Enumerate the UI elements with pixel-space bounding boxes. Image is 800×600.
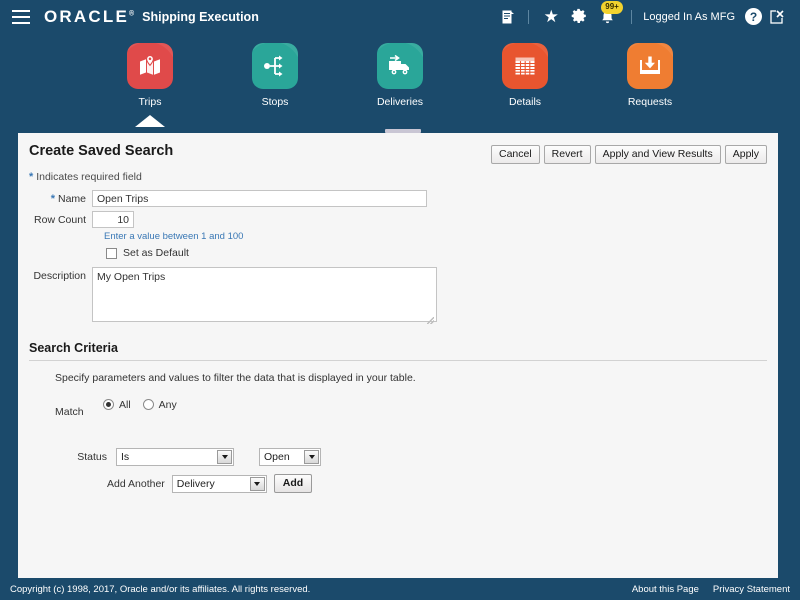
truck-icon (377, 43, 423, 89)
match-all-label: All (119, 399, 131, 411)
match-row: Match All Any (18, 399, 778, 418)
chevron-down-icon (249, 476, 265, 491)
page-footer: Copyright (c) 1998, 2017, Oracle and/or … (0, 578, 800, 600)
set-as-default-row: Set as Default (18, 247, 778, 259)
tile-label: Details (508, 96, 542, 108)
page-title: Create Saved Search (29, 143, 174, 159)
map-pin-icon (127, 43, 173, 89)
notification-count-badge: 99+ (601, 0, 623, 14)
add-criteria-button[interactable]: Add (273, 474, 313, 493)
required-field-note: * Indicates required field (18, 171, 778, 183)
add-another-value: Delivery (176, 477, 215, 490)
required-asterisk: * (29, 171, 34, 183)
set-as-default-checkbox[interactable] (106, 247, 117, 259)
tile-requests[interactable]: Requests (600, 43, 700, 108)
chevron-down-icon (217, 450, 232, 464)
tile-label: Trips (138, 96, 162, 108)
match-any-radio[interactable] (142, 399, 154, 410)
tile-label: Requests (627, 96, 673, 108)
privacy-statement-link[interactable]: Privacy Statement (713, 584, 790, 595)
worklist-icon[interactable] (497, 6, 519, 28)
close-window-icon[interactable] (762, 6, 792, 28)
section-divider (29, 360, 767, 361)
panel-header: Create Saved Search Cancel Revert Apply … (18, 133, 778, 169)
help-icon[interactable]: ? (745, 8, 762, 25)
description-textarea[interactable]: My Open Trips (92, 267, 437, 322)
notifications-bell-icon[interactable]: 99+ (592, 0, 623, 28)
row-count-hint: Enter a value between 1 and 100 (104, 231, 244, 242)
add-another-label: Add Another (107, 477, 165, 490)
settings-gear-icon[interactable] (564, 6, 592, 28)
active-tile-pointer (135, 115, 165, 127)
route-branch-icon (252, 43, 298, 89)
panel-action-buttons: Cancel Revert Apply and View Results App… (490, 145, 767, 164)
match-any-label: Any (158, 399, 177, 411)
saved-search-form: * Name Row Count Enter a value between 1… (18, 190, 778, 327)
table-grid-icon (502, 43, 548, 89)
tile-label: Deliveries (376, 96, 424, 108)
app-title: Shipping Execution (142, 9, 259, 24)
oracle-wordmark: ORACLE (44, 7, 129, 26)
status-value-select[interactable]: Open (259, 448, 321, 466)
row-count-field-row: Row Count (18, 211, 778, 228)
resize-grip-icon[interactable] (427, 317, 434, 324)
apply-and-view-results-button[interactable]: Apply and View Results (594, 145, 721, 164)
oracle-logo: ORACLE® (44, 8, 134, 25)
row-count-label: Row Count (34, 214, 86, 226)
hamburger-menu-icon[interactable] (12, 9, 30, 24)
tile-stops[interactable]: Stops (225, 43, 325, 108)
global-header: ORACLE® Shipping Execution ★ 99+ Logged … (0, 0, 800, 33)
apply-button[interactable]: Apply (724, 145, 767, 164)
header-actions: ★ 99+ Logged In As MFG ? (497, 0, 800, 33)
description-field-row: Description My Open Trips (18, 267, 778, 327)
tile-trips[interactable]: Trips (100, 43, 200, 108)
tile-details[interactable]: Details (475, 43, 575, 108)
status-value-text: Open (264, 451, 290, 463)
footer-links: About this Page Privacy Statement (632, 584, 790, 595)
criteria-row-status: Status Is Open (18, 448, 778, 466)
search-criteria-description: Specify parameters and values to filter … (55, 372, 416, 384)
registered-mark: ® (128, 10, 135, 18)
navigation-tile-strip: Trips Stops Deliveries Details Requests (0, 33, 800, 127)
add-another-select[interactable]: Delivery (171, 474, 267, 493)
status-operator-value: Is (121, 451, 130, 463)
required-asterisk: * (50, 193, 56, 205)
tile-deliveries[interactable]: Deliveries (350, 43, 450, 108)
inbox-down-icon (627, 43, 673, 89)
chevron-down-icon (304, 450, 319, 464)
about-this-page-link[interactable]: About this Page (632, 584, 699, 595)
status-operator-select[interactable]: Is (116, 448, 234, 466)
favorites-star-icon[interactable]: ★ (538, 6, 564, 28)
status-field-label: Status (77, 451, 107, 463)
search-criteria-heading: Search Criteria (29, 341, 118, 355)
name-input[interactable] (92, 190, 427, 207)
tile-label: Stops (261, 96, 289, 108)
copyright-text: Copyright (c) 1998, 2017, Oracle and/or … (10, 583, 311, 595)
match-all-radio[interactable] (103, 399, 114, 410)
description-label: Description (33, 270, 86, 282)
name-label: * Name (18, 190, 92, 205)
match-label: Match (55, 406, 84, 418)
name-label-text: Name (57, 193, 86, 205)
required-note-text: Indicates required field (36, 171, 142, 183)
revert-button[interactable]: Revert (543, 145, 591, 164)
set-as-default-label: Set as Default (123, 247, 189, 259)
logged-in-label: Logged In As MFG (643, 10, 735, 23)
add-another-row: Add Another Delivery Add (18, 474, 778, 493)
name-field-row: * Name (18, 190, 778, 207)
row-count-input[interactable] (92, 211, 134, 228)
header-divider-1 (528, 9, 530, 24)
description-textarea-wrap: My Open Trips (92, 267, 437, 327)
header-divider-2 (631, 9, 633, 24)
cancel-button[interactable]: Cancel (490, 145, 540, 164)
create-saved-search-panel: Create Saved Search Cancel Revert Apply … (18, 133, 778, 578)
